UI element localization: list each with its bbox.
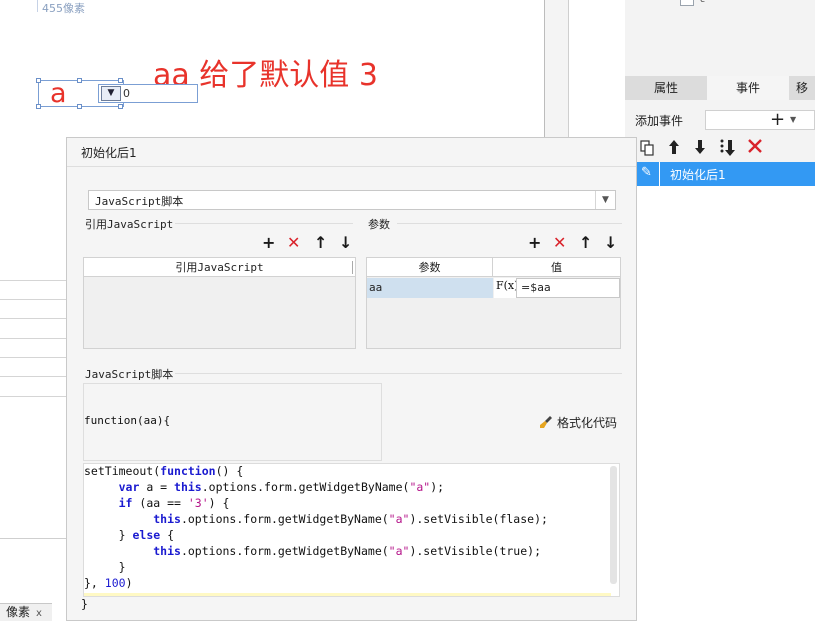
add-icon[interactable]: + bbox=[262, 235, 275, 251]
panel-tabs: 属性 事件 移 bbox=[625, 76, 815, 100]
broom-icon bbox=[540, 416, 552, 428]
add-event-button[interactable]: + ▼ bbox=[705, 109, 815, 130]
event-dialog: 初始化后1 JavaScript脚本 ▼ 引用JavaScript + ✕ ↑ … bbox=[66, 137, 637, 621]
code-editor[interactable]: setTimeout(function() { var a = this.opt… bbox=[83, 463, 620, 597]
code-line-5: } else { bbox=[84, 528, 175, 542]
close-icon[interactable]: x bbox=[36, 608, 42, 619]
delete-icon[interactable] bbox=[747, 138, 763, 158]
edit-icon[interactable]: ✎ bbox=[641, 165, 652, 180]
checkbox-label: c bbox=[700, 0, 705, 5]
table-row[interactable]: aa F(x) =$aa bbox=[367, 278, 620, 298]
script-type-value: JavaScript脚本 bbox=[95, 195, 184, 208]
ref-js-label: 引用JavaScript bbox=[85, 218, 174, 231]
resize-handle-tr[interactable] bbox=[118, 78, 123, 83]
code-line-6: this.options.form.getWidgetByName("a").s… bbox=[153, 544, 542, 558]
unit-tab[interactable]: 像素 x bbox=[0, 603, 52, 621]
param-value-input[interactable]: =$aa bbox=[516, 278, 620, 298]
param-name-column-header: 参数 bbox=[367, 258, 493, 277]
function-signature-box: function(aa){ bbox=[83, 383, 382, 461]
resize-handle-tl[interactable] bbox=[36, 78, 41, 83]
resize-handle-bl[interactable] bbox=[36, 104, 41, 109]
event-item-init[interactable]: ✎ 初始化后1 bbox=[635, 162, 815, 186]
code-line-8: }, 100) bbox=[84, 576, 133, 590]
widget-label-a[interactable]: a bbox=[50, 78, 67, 109]
unit-tab-label: 像素 bbox=[6, 605, 31, 619]
tab-properties[interactable]: 属性 bbox=[625, 76, 707, 100]
arrow-down-icon[interactable]: ↓ bbox=[339, 235, 352, 251]
code-scrollbar[interactable] bbox=[610, 466, 617, 584]
canvas-gutter bbox=[545, 0, 568, 140]
move-to-bottom-icon[interactable] bbox=[719, 139, 737, 161]
format-code-button[interactable]: 格式化代码 bbox=[539, 414, 617, 431]
checkbox[interactable] bbox=[680, 0, 694, 6]
script-label: JavaScript脚本 bbox=[85, 368, 174, 381]
event-toolbar bbox=[635, 138, 815, 160]
param-name-cell[interactable]: aa bbox=[367, 278, 493, 298]
divider bbox=[175, 223, 353, 224]
code-line-1: setTimeout(function() { bbox=[84, 464, 244, 478]
divider bbox=[659, 162, 660, 186]
chevron-down-icon[interactable]: ▼ bbox=[595, 191, 615, 209]
delete-icon[interactable]: ✕ bbox=[553, 235, 566, 251]
arrow-up-icon[interactable] bbox=[667, 139, 681, 159]
event-item-label: 初始化后1 bbox=[670, 168, 726, 182]
function-closing-brace: } bbox=[81, 597, 88, 611]
tab-more[interactable]: 移 bbox=[789, 76, 815, 100]
resize-handle-br[interactable] bbox=[118, 104, 123, 109]
format-code-label: 格式化代码 bbox=[557, 416, 618, 430]
ref-js-column-header: 引用JavaScript bbox=[84, 258, 355, 277]
script-type-select[interactable]: JavaScript脚本 ▼ bbox=[88, 190, 616, 210]
copy-icon[interactable] bbox=[639, 140, 655, 160]
add-icon[interactable]: + bbox=[528, 235, 541, 251]
resize-handle-t[interactable] bbox=[77, 78, 82, 83]
property-panel: c 属性 事件 移 添加事件 + ▼ ✎ 初始化后1 bbox=[625, 0, 815, 621]
grid-line bbox=[0, 396, 66, 397]
arrow-down-icon[interactable] bbox=[693, 139, 707, 159]
plus-icon: + bbox=[770, 109, 786, 130]
arrow-up-icon[interactable]: ↑ bbox=[314, 235, 327, 251]
dialog-title: 初始化后1 bbox=[81, 146, 137, 160]
formula-icon[interactable]: F(x) bbox=[494, 278, 518, 298]
divider bbox=[175, 373, 622, 374]
param-value-column-header: 值 bbox=[493, 258, 620, 277]
delete-icon[interactable]: ✕ bbox=[287, 235, 300, 251]
column-resize-handle[interactable] bbox=[352, 261, 353, 274]
combo-widget[interactable]: ▼ 0 bbox=[98, 84, 198, 103]
code-line-3: if (aa == '3') { bbox=[118, 496, 230, 510]
code-line-4: this.options.form.getWidgetByName("a").s… bbox=[153, 512, 548, 526]
grid-line bbox=[0, 376, 66, 377]
arrow-up-icon[interactable]: ↑ bbox=[579, 235, 592, 251]
add-event-label: 添加事件 bbox=[635, 114, 684, 128]
grid-line bbox=[0, 318, 66, 319]
combo-dropdown-icon[interactable]: ▼ bbox=[101, 86, 121, 101]
params-label: 参数 bbox=[368, 218, 390, 231]
code-line-2: var a = this.options.form.getWidgetByNam… bbox=[118, 480, 445, 494]
function-signature: function(aa){ bbox=[84, 414, 171, 427]
current-line-highlight bbox=[84, 593, 611, 596]
combo-value: 0 bbox=[123, 87, 130, 100]
tab-events[interactable]: 事件 bbox=[707, 76, 789, 100]
grid-line bbox=[0, 338, 66, 339]
divider bbox=[67, 166, 636, 167]
grid-line bbox=[0, 357, 66, 358]
arrow-down-icon[interactable]: ↓ bbox=[604, 235, 617, 251]
grid-line bbox=[0, 280, 66, 281]
params-table[interactable]: 参数 值 aa F(x) =$aa bbox=[366, 257, 621, 349]
chevron-down-icon: ▼ bbox=[790, 115, 797, 124]
grid-line bbox=[0, 538, 66, 539]
code-line-7: } bbox=[84, 560, 126, 574]
event-list: ✎ 初始化后1 bbox=[635, 162, 815, 621]
ref-js-table[interactable]: 引用JavaScript bbox=[83, 257, 356, 349]
ruler-mark bbox=[37, 0, 38, 12]
grid-line bbox=[0, 299, 66, 300]
resize-handle-b[interactable] bbox=[77, 104, 82, 109]
pixel-hint: 455像素 bbox=[42, 2, 85, 15]
divider bbox=[397, 223, 622, 224]
